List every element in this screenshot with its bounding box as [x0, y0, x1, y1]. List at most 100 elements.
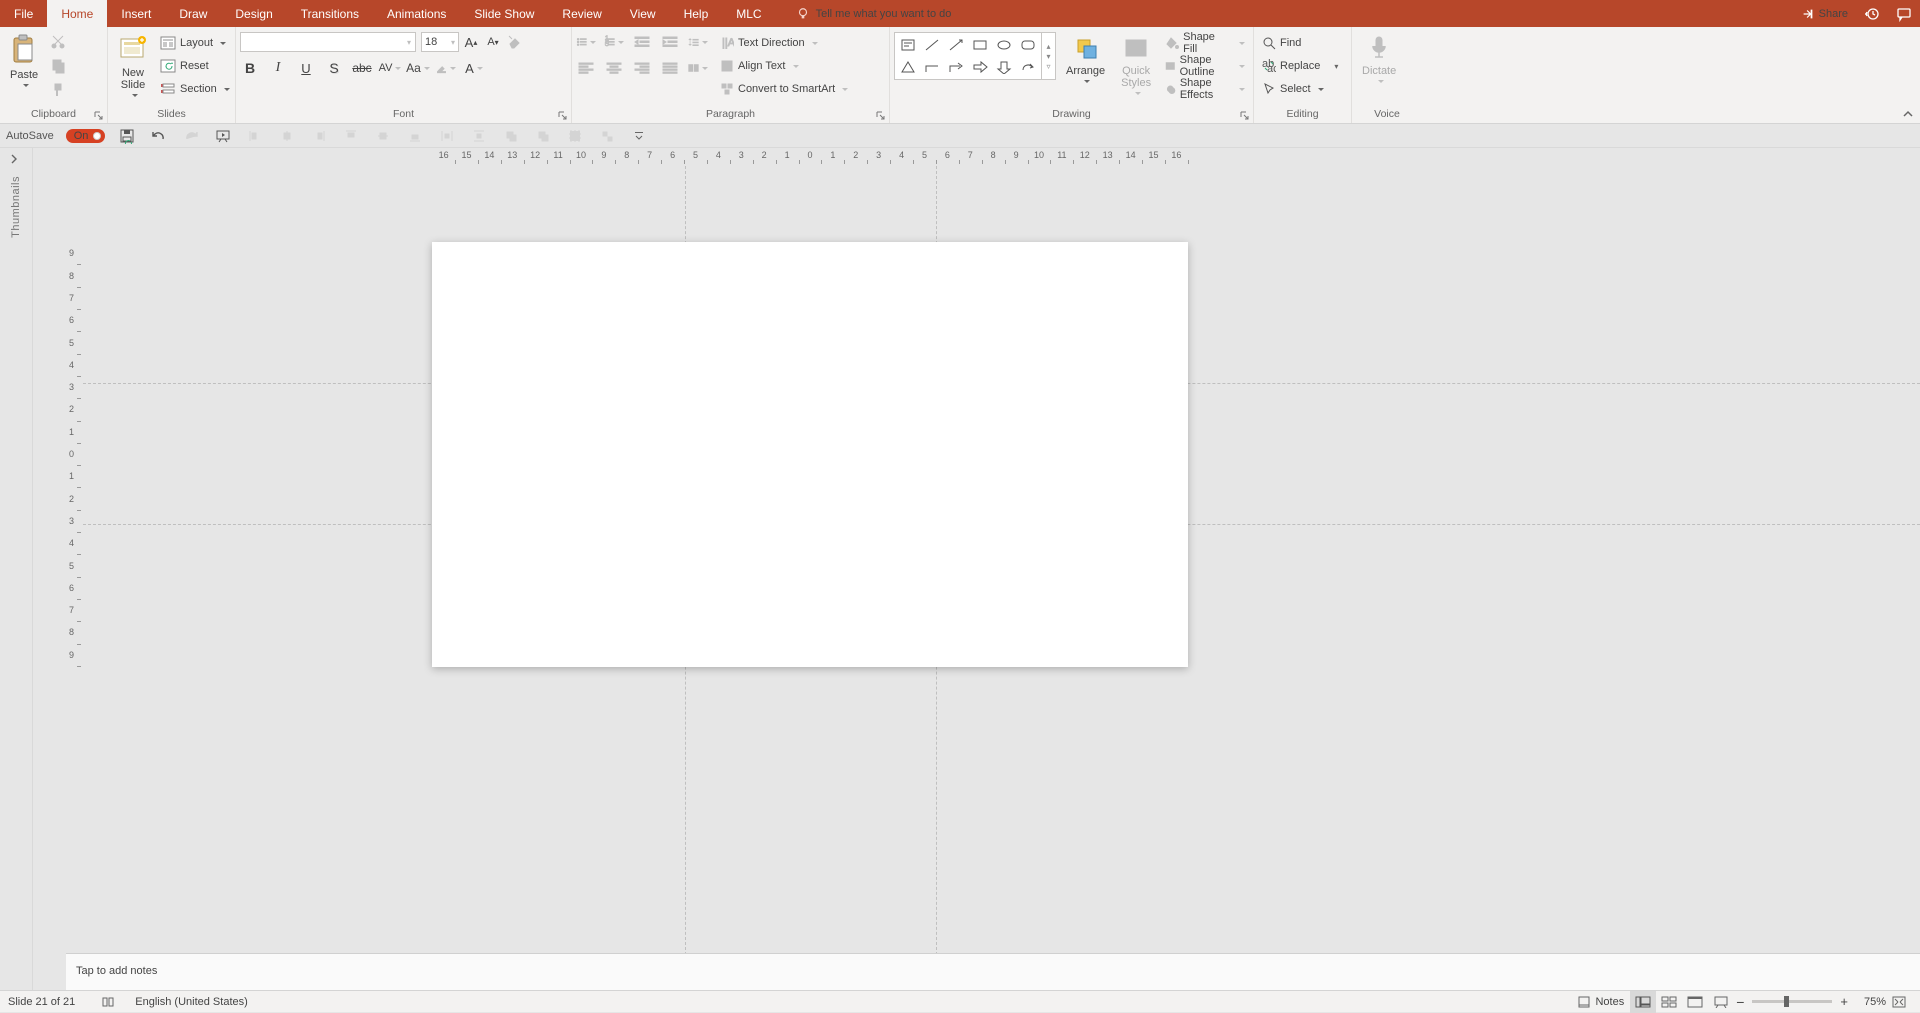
shape-arrow-right[interactable] [968, 56, 992, 78]
tab-slide-show[interactable]: Slide Show [460, 0, 548, 27]
group-qat[interactable] [565, 126, 585, 146]
text-direction-button[interactable]: ||AText Direction [716, 32, 852, 54]
zoom-out-button[interactable]: − [1734, 991, 1746, 1013]
section-button[interactable]: Section [156, 78, 234, 100]
shapes-gallery[interactable] [894, 32, 1042, 80]
shapes-scroll-down[interactable]: ▾ [1042, 52, 1055, 61]
bold-button[interactable]: B [240, 58, 260, 78]
tab-design[interactable]: Design [221, 0, 286, 27]
reading-view-button[interactable] [1682, 991, 1708, 1013]
new-slide-button[interactable]: New Slide [112, 32, 154, 102]
shape-rectangle[interactable] [968, 34, 992, 56]
cut-button[interactable] [48, 32, 68, 52]
font-name-combo[interactable]: ▾ [240, 32, 416, 52]
decrease-font-size-button[interactable]: A▾ [483, 32, 503, 52]
copy-button[interactable] [48, 56, 68, 76]
tell-me-search[interactable]: Tell me what you want to do [796, 0, 952, 27]
shape-oval[interactable] [992, 34, 1016, 56]
drawing-dialog-launcher[interactable] [1238, 109, 1250, 121]
character-spacing-button[interactable]: AV [380, 58, 400, 78]
tab-mlc[interactable]: MLC [722, 0, 775, 27]
shape-arrow-curved[interactable] [1016, 56, 1040, 78]
tab-home[interactable]: Home [47, 0, 107, 27]
expand-thumbnails-button[interactable] [9, 154, 23, 168]
align-text-button[interactable]: Align Text [716, 55, 852, 77]
change-case-button[interactable]: Aa [408, 58, 428, 78]
strikethrough-button[interactable]: abc [352, 58, 372, 78]
thumbnails-panel-collapsed[interactable]: Thumbnails [0, 148, 33, 990]
shape-triangle[interactable] [896, 56, 920, 78]
distribute-v-qat[interactable] [469, 126, 489, 146]
find-button[interactable]: Find [1258, 32, 1342, 54]
ungroup-qat[interactable] [597, 126, 617, 146]
tab-insert[interactable]: Insert [107, 0, 165, 27]
fit-to-window-button[interactable] [1886, 991, 1912, 1013]
shape-line[interactable] [920, 34, 944, 56]
autosave-toggle[interactable]: On [66, 129, 106, 143]
quick-styles-button[interactable]: Quick Styles [1115, 32, 1157, 100]
slideshow-view-button[interactable] [1708, 991, 1734, 1013]
shape-fill-button[interactable]: Shape Fill [1161, 32, 1249, 54]
version-history-button[interactable] [1864, 6, 1880, 22]
layout-button[interactable]: Layout [156, 32, 234, 54]
paragraph-dialog-launcher[interactable] [874, 109, 886, 121]
numbering-button[interactable]: 123 [604, 32, 624, 52]
italic-button[interactable]: I [268, 58, 288, 78]
align-top-qat[interactable] [341, 126, 361, 146]
redo-button[interactable] [181, 126, 201, 146]
shape-arrow-down[interactable] [992, 56, 1016, 78]
bring-forward-qat[interactable] [501, 126, 521, 146]
start-from-beginning-button[interactable] [213, 126, 233, 146]
share-button[interactable]: Share [1801, 7, 1848, 21]
customize-qat[interactable] [629, 126, 649, 146]
highlight-button[interactable] [436, 58, 456, 78]
line-spacing-button[interactable] [688, 32, 708, 52]
language-indicator[interactable]: English (United States) [135, 996, 248, 1008]
shape-effects-button[interactable]: Shape Effects [1161, 78, 1249, 100]
notes-toggle[interactable]: Notes [1571, 991, 1630, 1013]
justify-button[interactable] [660, 58, 680, 78]
shape-elbow[interactable] [920, 56, 944, 78]
zoom-in-button[interactable]: + [1838, 991, 1850, 1013]
paste-button[interactable]: Paste [4, 32, 44, 92]
tab-transitions[interactable]: Transitions [287, 0, 373, 27]
shape-outline-button[interactable]: Shape Outline [1161, 55, 1249, 77]
arrange-button[interactable]: Arrange [1060, 32, 1111, 88]
tab-view[interactable]: View [616, 0, 670, 27]
slide-counter[interactable]: Slide 21 of 21 [8, 996, 75, 1008]
tab-help[interactable]: Help [670, 0, 723, 27]
shape-textbox[interactable] [896, 34, 920, 56]
shapes-scroll-up[interactable]: ▴ [1042, 42, 1055, 51]
underline-button[interactable]: U [296, 58, 316, 78]
shape-rounded-rect[interactable] [1016, 34, 1040, 56]
save-button[interactable] [117, 126, 137, 146]
send-backward-qat[interactable] [533, 126, 553, 146]
zoom-slider-thumb[interactable] [1784, 996, 1789, 1007]
increase-font-size-button[interactable]: A▴ [461, 32, 481, 52]
normal-view-button[interactable] [1630, 991, 1656, 1013]
tab-draw[interactable]: Draw [165, 0, 221, 27]
align-left-button[interactable] [576, 58, 596, 78]
format-painter-button[interactable] [48, 80, 68, 100]
font-dialog-launcher[interactable] [556, 109, 568, 121]
zoom-level[interactable]: 75% [1850, 996, 1886, 1008]
align-center-button[interactable] [604, 58, 624, 78]
decrease-indent-button[interactable] [632, 32, 652, 52]
undo-button[interactable] [149, 126, 169, 146]
collapse-ribbon-button[interactable] [1902, 108, 1914, 120]
columns-button[interactable] [688, 58, 708, 78]
shape-elbow-arrow[interactable] [944, 56, 968, 78]
align-middle-qat[interactable] [373, 126, 393, 146]
distribute-h-qat[interactable] [437, 126, 457, 146]
shape-line-arrow[interactable] [944, 34, 968, 56]
clipboard-dialog-launcher[interactable] [92, 109, 104, 121]
convert-smartart-button[interactable]: Convert to SmartArt [716, 78, 852, 100]
font-size-combo[interactable]: 18▾ [421, 32, 459, 52]
align-center-qat[interactable] [277, 126, 297, 146]
notes-pane[interactable]: Tap to add notes [66, 953, 1920, 990]
tab-file[interactable]: File [0, 0, 47, 27]
spellcheck-button[interactable] [95, 991, 121, 1013]
increase-indent-button[interactable] [660, 32, 680, 52]
bullets-button[interactable] [576, 32, 596, 52]
reset-button[interactable]: Reset [156, 55, 234, 77]
